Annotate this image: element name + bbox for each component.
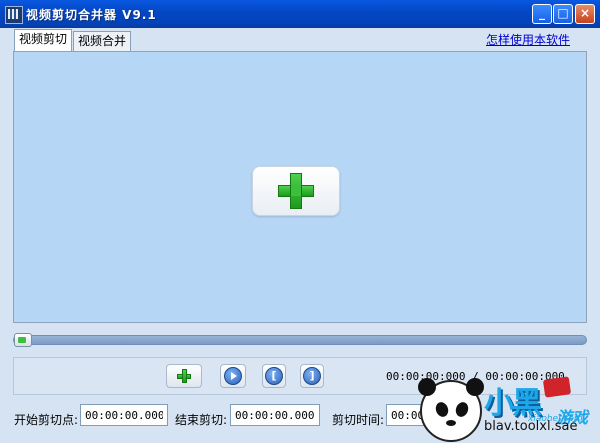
mark-end-icon: ]	[303, 367, 321, 385]
mark-start-button[interactable]: [	[262, 364, 286, 388]
plus-icon	[278, 173, 314, 209]
maximize-button[interactable]: □	[553, 4, 573, 24]
tab-video-cut[interactable]: 视频剪切	[14, 29, 73, 51]
title-bar[interactable]: 视频剪切合并器 V9.1 _ □ ×	[0, 0, 600, 28]
add-video-button[interactable]	[252, 166, 340, 216]
close-button[interactable]: ×	[575, 4, 595, 24]
start-cut-label: 开始剪切点:	[14, 413, 79, 427]
app-icon	[5, 6, 23, 24]
cut-duration-field[interactable]	[386, 404, 466, 426]
progress-slider-track[interactable]	[13, 335, 587, 345]
watermark-domain: blav.toolxl.sae	[484, 419, 578, 434]
end-cut-label: 结束剪切:	[175, 413, 228, 427]
play-icon	[224, 367, 242, 385]
watermark-game: 游戏	[556, 408, 589, 427]
window-title: 视频剪切合并器 V9.1	[26, 8, 157, 22]
video-preview-area[interactable]	[13, 51, 587, 323]
start-cut-field[interactable]	[80, 404, 168, 426]
tab-video-merge[interactable]: 视频合并	[73, 31, 132, 51]
cut-duration-label: 剪切时间:	[332, 413, 385, 427]
end-cut-field[interactable]	[230, 404, 320, 426]
help-link[interactable]: 怎样使用本软件	[486, 31, 570, 48]
mark-start-icon: [	[265, 367, 283, 385]
play-button[interactable]	[220, 364, 246, 388]
progress-slider-thumb[interactable]	[14, 333, 32, 347]
mark-end-button[interactable]: ]	[300, 364, 324, 388]
add-file-button[interactable]	[166, 364, 202, 388]
watermark-sub: xiaohei.com	[528, 414, 583, 424]
time-display: 00:00:00:000 / 00:00:00:000	[386, 370, 565, 383]
minimize-button[interactable]: _	[532, 4, 552, 24]
plus-icon	[177, 369, 191, 383]
